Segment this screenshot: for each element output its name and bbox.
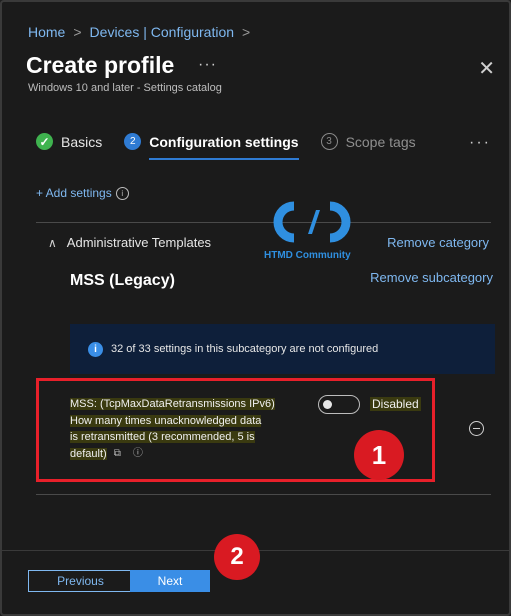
step-label: Configuration settings	[149, 133, 299, 150]
page-title: Create profile	[26, 52, 175, 78]
page-subtitle: Windows 10 and later - Settings catalog	[28, 82, 222, 94]
remove-category-link[interactable]: Remove category	[387, 235, 489, 250]
close-icon[interactable]: ✕	[478, 56, 495, 81]
category-name: Administrative Templates	[66, 235, 212, 250]
chevron-up-icon: ∧	[48, 235, 57, 250]
step-label: Basics	[61, 133, 103, 150]
setting-toggle[interactable]	[318, 395, 360, 414]
more-options-icon[interactable]: ···	[198, 56, 217, 74]
breadcrumb-separator: >	[73, 24, 82, 40]
add-settings-label: + Add settings	[36, 186, 112, 200]
breadcrumb-devices-configuration[interactable]: Devices | Configuration	[90, 24, 234, 40]
checkmark-icon: ✓	[36, 133, 53, 150]
breadcrumb-home[interactable]: Home	[28, 24, 65, 40]
step-number: 3	[320, 133, 338, 150]
dialog-frame: Home > Devices | Configuration > Create …	[0, 0, 511, 616]
info-icon: i	[115, 186, 129, 200]
next-button[interactable]: Next	[130, 570, 210, 592]
setting-name: MSS: (TcpMaxDataRetransmissions IPv6) Ho…	[70, 396, 306, 462]
wizard-steps: ✓ Basics 2 Configuration settings 3 Scop…	[36, 133, 438, 160]
divider	[36, 494, 491, 495]
toggle-state-label: Disabled	[370, 397, 421, 411]
previous-button[interactable]: Previous	[28, 570, 133, 592]
breadcrumb-separator: >	[242, 24, 251, 40]
category-header[interactable]: ∧ Administrative Templates	[48, 235, 211, 250]
info-banner: i 32 of 33 settings in this subcategory …	[70, 324, 495, 374]
remove-subcategory-link[interactable]: Remove subcategory	[370, 270, 493, 285]
banner-text: 32 of 33 settings in this subcategory ar…	[111, 343, 379, 355]
step-scope-tags[interactable]: 3 Scope tags	[320, 133, 416, 150]
step-configuration-settings[interactable]: 2 Configuration settings	[124, 133, 299, 160]
info-icon: i	[88, 341, 103, 357]
remove-setting-icon[interactable]	[469, 421, 484, 436]
add-settings-link[interactable]: + Add settings i	[36, 186, 129, 200]
annotation-badge-2: 2	[214, 534, 260, 580]
steps-more-icon[interactable]: ···	[469, 134, 491, 152]
subcategory-title: MSS (Legacy)	[70, 272, 175, 289]
logo-text: HTMD Community	[264, 250, 351, 261]
step-basics[interactable]: ✓ Basics	[36, 133, 102, 150]
toggle-knob	[323, 400, 332, 409]
step-label: Scope tags	[345, 133, 416, 150]
breadcrumb: Home > Devices | Configuration >	[28, 24, 250, 40]
copy-icon[interactable]: ⧉	[114, 446, 121, 463]
step-number: 2	[124, 133, 142, 150]
annotation-badge-1: 1	[354, 430, 404, 480]
info-icon[interactable]: ⓘ	[133, 446, 143, 463]
